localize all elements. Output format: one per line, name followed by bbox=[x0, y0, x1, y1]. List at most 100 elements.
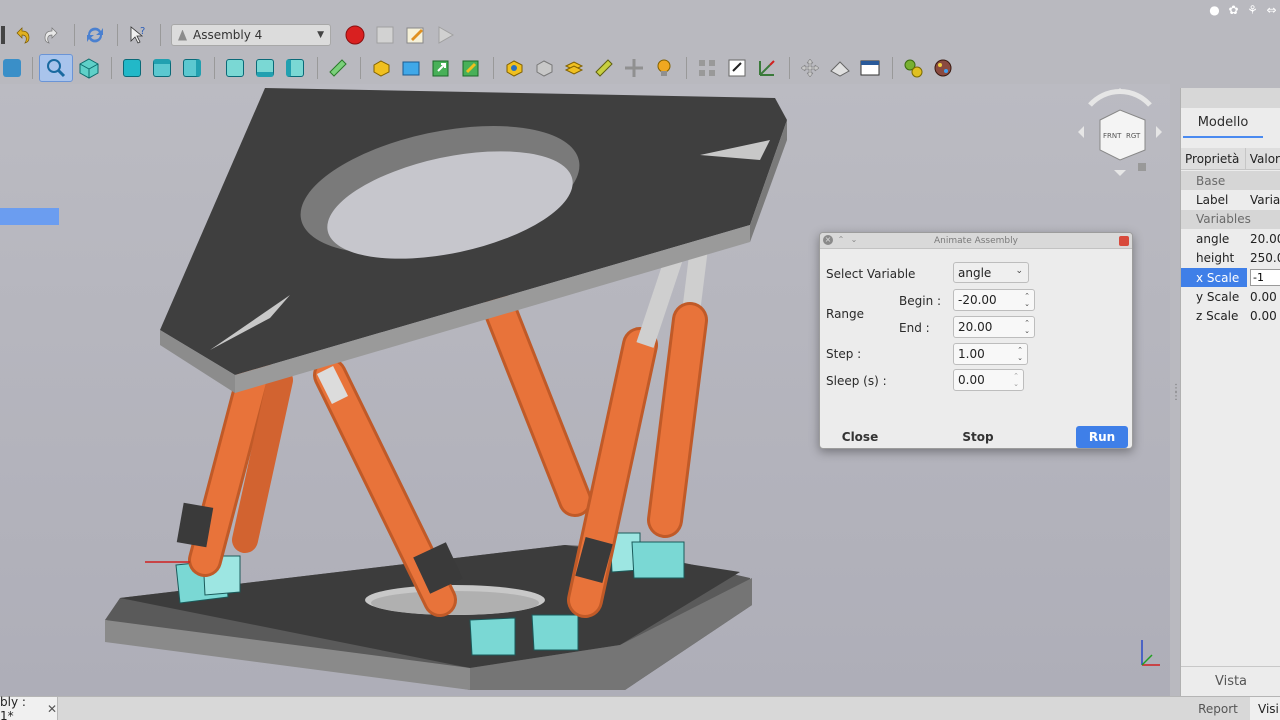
export-icon[interactable] bbox=[723, 54, 751, 82]
property-value[interactable]: 250.0 bbox=[1247, 251, 1280, 265]
undo-button[interactable] bbox=[8, 21, 36, 49]
property-value[interactable]: 20.00 bbox=[1247, 232, 1280, 246]
select-variable-dropdown[interactable]: angle ⌄ bbox=[953, 262, 1029, 283]
property-row[interactable]: y Scale 0.00 bbox=[1181, 287, 1280, 306]
spin-arrows-icon[interactable]: ⌃ ⌄ bbox=[1022, 291, 1032, 309]
run-button[interactable]: Run bbox=[1076, 426, 1128, 448]
new-datum-icon[interactable] bbox=[620, 54, 648, 82]
property-value[interactable]: Variab bbox=[1247, 193, 1280, 207]
fit-all-button[interactable] bbox=[39, 54, 73, 82]
property-table-header: Proprietà Valor bbox=[1181, 148, 1280, 170]
group-base[interactable]: Base bbox=[1181, 171, 1280, 191]
redo-button[interactable] bbox=[38, 21, 66, 49]
gears-icon[interactable] bbox=[899, 54, 927, 82]
front-view-icon[interactable] bbox=[118, 54, 146, 82]
measure-icon[interactable] bbox=[324, 54, 352, 82]
left-view-icon[interactable] bbox=[281, 54, 309, 82]
end-spinbox[interactable]: 20.00 ⌃ ⌄ bbox=[953, 316, 1035, 338]
column-value[interactable]: Valor bbox=[1246, 148, 1280, 169]
table-icon[interactable] bbox=[856, 54, 884, 82]
property-value[interactable]: 0.00 bbox=[1247, 309, 1280, 323]
new-point-icon[interactable] bbox=[590, 54, 618, 82]
rear-view-icon[interactable] bbox=[221, 54, 249, 82]
std-views-icon[interactable] bbox=[0, 54, 24, 82]
dialog-close-icon[interactable] bbox=[1119, 236, 1129, 246]
new-plane-icon[interactable] bbox=[560, 54, 588, 82]
close-icon[interactable]: ✕ bbox=[47, 702, 57, 716]
step-spinbox[interactable]: 1.00 ⌃ ⌄ bbox=[953, 343, 1028, 365]
right-view-icon[interactable] bbox=[178, 54, 206, 82]
new-variables-icon[interactable] bbox=[650, 54, 678, 82]
spin-arrows-icon[interactable]: ⌃ ⌄ bbox=[1022, 318, 1032, 336]
new-lcs-icon[interactable] bbox=[500, 54, 528, 82]
property-row[interactable]: z Scale 0.00 bbox=[1181, 307, 1280, 326]
property-panel: Modello Proprietà Valor Base Label Varia… bbox=[1180, 88, 1280, 696]
bottom-bar: bly : 1* ✕ Report Visi bbox=[0, 695, 1280, 720]
tab-vista[interactable]: Vista bbox=[1181, 666, 1280, 696]
record-macro-button[interactable] bbox=[341, 21, 369, 49]
stop-macro-button[interactable] bbox=[371, 21, 399, 49]
document-tab[interactable]: bly : 1* ✕ bbox=[0, 695, 58, 720]
animate-assembly-dialog: Animate Assembly × ⌃ ⌄ Select Variable a… bbox=[819, 232, 1133, 449]
close-button[interactable]: Close bbox=[824, 426, 896, 448]
tab-visibility[interactable]: Visi bbox=[1250, 697, 1280, 720]
property-key: height bbox=[1196, 251, 1235, 266]
property-row-selected[interactable]: x Scale bbox=[1181, 268, 1280, 288]
panel-splitter[interactable]: ⋮ ⋮ bbox=[1171, 384, 1181, 415]
chevron-down-icon[interactable]: ⌄ bbox=[849, 235, 859, 245]
property-row[interactable]: Label Variab bbox=[1181, 190, 1280, 209]
run-macro-button[interactable] bbox=[431, 21, 459, 49]
toolbar-separator bbox=[32, 57, 33, 79]
chevron-up-icon[interactable]: ⌃ bbox=[836, 235, 846, 245]
property-key: Label bbox=[1196, 193, 1229, 208]
property-row[interactable]: angle 20.00 bbox=[1181, 229, 1280, 248]
insert-link-icon[interactable] bbox=[427, 54, 455, 82]
place-lcs-icon[interactable] bbox=[753, 54, 781, 82]
toolbar-separator bbox=[493, 57, 494, 79]
close-window-icon[interactable]: × bbox=[823, 235, 833, 245]
settings-icon[interactable]: ✿ bbox=[1227, 3, 1240, 17]
animate-icon[interactable] bbox=[929, 54, 957, 82]
edit-macro-button[interactable] bbox=[401, 21, 429, 49]
new-axis-icon[interactable] bbox=[530, 54, 558, 82]
new-folder-icon[interactable] bbox=[397, 54, 425, 82]
share-icon[interactable]: ⚘ bbox=[1246, 3, 1259, 17]
new-part-icon[interactable] bbox=[367, 54, 395, 82]
sleep-spinbox[interactable]: 0.00 ⌃ ⌄ bbox=[953, 369, 1024, 391]
move-icon[interactable] bbox=[796, 54, 824, 82]
spin-arrows-icon[interactable]: ⌃ ⌄ bbox=[1011, 371, 1021, 389]
column-property[interactable]: Proprietà bbox=[1181, 148, 1246, 169]
whats-this-button[interactable]: ? bbox=[124, 21, 152, 49]
bom-icon[interactable] bbox=[693, 54, 721, 82]
top-view-icon[interactable] bbox=[148, 54, 176, 82]
dialog-window-controls: × ⌃ ⌄ bbox=[823, 235, 859, 245]
property-row[interactable]: height 250.0 bbox=[1181, 249, 1280, 268]
chevron-down-icon: ▼ bbox=[317, 30, 324, 40]
solver-icon[interactable] bbox=[826, 54, 854, 82]
begin-value: -20.00 bbox=[958, 293, 997, 307]
dialog-title: Animate Assembly bbox=[820, 233, 1132, 249]
workbench-selector[interactable]: Assembly 4 ▼ bbox=[171, 24, 331, 46]
select-variable-value: angle bbox=[958, 265, 992, 280]
save-icon[interactable] bbox=[0, 21, 6, 49]
toolbar-separator bbox=[111, 57, 112, 79]
group-variables[interactable]: Variables bbox=[1181, 209, 1280, 230]
tab-modello[interactable]: Modello bbox=[1183, 108, 1263, 138]
tab-report[interactable]: Report bbox=[1188, 697, 1248, 720]
toolbar-separator bbox=[789, 57, 790, 79]
panel-header-strip bbox=[1181, 88, 1280, 108]
workbench-icon bbox=[178, 29, 187, 41]
bottom-view-icon[interactable] bbox=[251, 54, 279, 82]
isometric-view-icon[interactable] bbox=[75, 54, 103, 82]
refresh-button[interactable] bbox=[81, 21, 109, 49]
property-value[interactable]: 0.00 bbox=[1247, 290, 1280, 304]
x-scale-input[interactable] bbox=[1250, 269, 1280, 287]
property-value-editor[interactable] bbox=[1247, 269, 1280, 287]
insert-fastener-icon[interactable] bbox=[457, 54, 485, 82]
navigation-cube[interactable]: FRNT RGT bbox=[1078, 88, 1162, 176]
begin-spinbox[interactable]: -20.00 ⌃ ⌄ bbox=[953, 289, 1035, 311]
spin-arrows-icon[interactable]: ⌃ ⌄ bbox=[1015, 345, 1025, 363]
expand-icon[interactable]: ⇔ bbox=[1265, 3, 1278, 17]
property-key: x Scale bbox=[1181, 268, 1247, 288]
stop-button[interactable]: Stop bbox=[942, 426, 1014, 448]
